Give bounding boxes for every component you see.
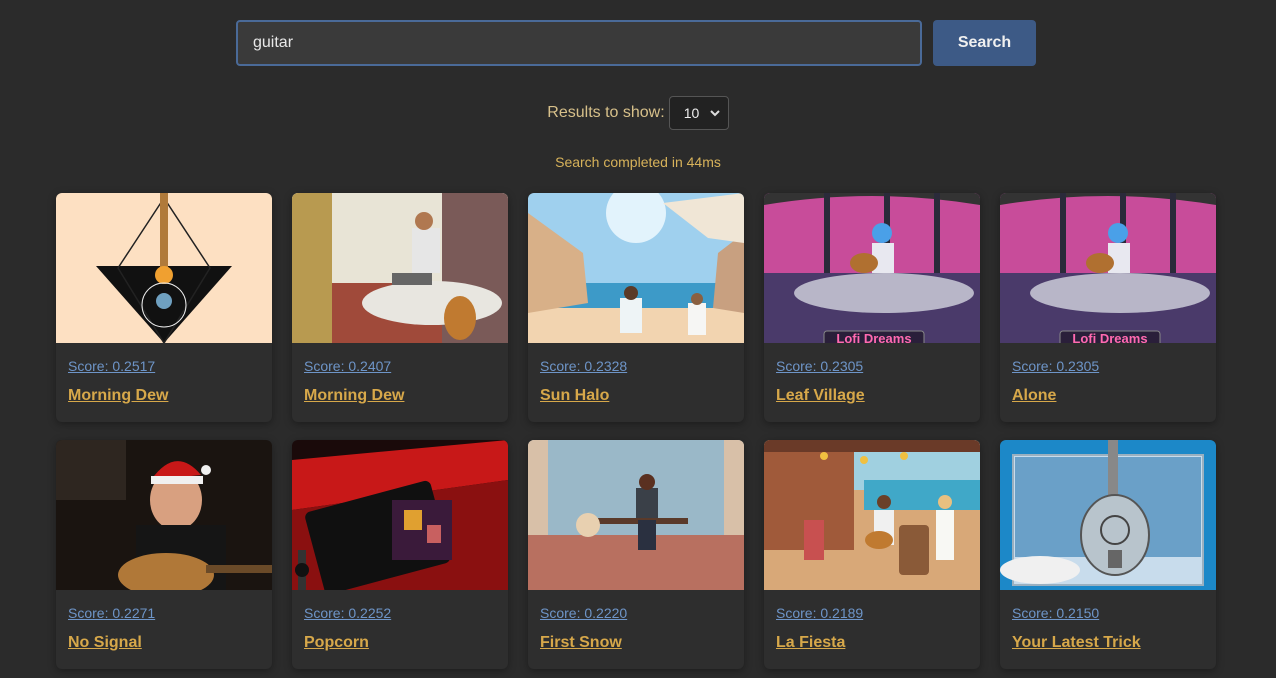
result-card: Score: 0.2150 Your Latest Trick xyxy=(1000,440,1216,669)
chevron-down-icon xyxy=(709,110,720,117)
result-thumbnail[interactable] xyxy=(1000,440,1216,590)
result-score-link[interactable]: Score: 0.2252 xyxy=(304,605,496,621)
result-title-link[interactable]: Morning Dew xyxy=(304,387,496,405)
result-score-link[interactable]: Score: 0.2517 xyxy=(68,358,260,374)
result-thumbnail[interactable]: Lofi Dreams xyxy=(764,193,980,343)
result-card: Lofi Dreams Score: 0.2305 Alone xyxy=(1000,193,1216,422)
result-card: Score: 0.2252 Popcorn xyxy=(292,440,508,669)
results-grid: Score: 0.2517 Morning Dew Score: 0.2407 … xyxy=(56,193,1216,669)
result-thumbnail[interactable] xyxy=(56,440,272,590)
result-score-link[interactable]: Score: 0.2150 xyxy=(1012,605,1204,621)
result-thumbnail[interactable]: Lofi Dreams xyxy=(1000,193,1216,343)
result-thumbnail[interactable] xyxy=(528,193,744,343)
result-card: Score: 0.2220 First Snow xyxy=(528,440,744,669)
result-thumbnail[interactable] xyxy=(528,440,744,590)
result-title-link[interactable]: Popcorn xyxy=(304,634,496,652)
result-thumbnail[interactable] xyxy=(764,440,980,590)
result-card: Lofi Dreams Score: 0.2305 Leaf Village xyxy=(764,193,980,422)
result-thumbnail[interactable] xyxy=(56,193,272,343)
results-count-value: 10 xyxy=(683,105,700,121)
search-input[interactable] xyxy=(236,20,922,66)
result-score-link[interactable]: Score: 0.2189 xyxy=(776,605,968,621)
result-score-link[interactable]: Score: 0.2271 xyxy=(68,605,260,621)
result-title-link[interactable]: Your Latest Trick xyxy=(1012,634,1204,652)
result-card: Score: 0.2407 Morning Dew xyxy=(292,193,508,422)
result-card: Score: 0.2189 La Fiesta xyxy=(764,440,980,669)
results-count-control: Results to show: 10 xyxy=(0,96,1276,130)
svg-text:Lofi Dreams: Lofi Dreams xyxy=(1072,331,1147,343)
result-card: Score: 0.2517 Morning Dew xyxy=(56,193,272,422)
result-thumbnail[interactable] xyxy=(292,193,508,343)
results-count-label: Results to show: xyxy=(547,104,665,121)
result-card: Score: 0.2271 No Signal xyxy=(56,440,272,669)
result-score-link[interactable]: Score: 0.2407 xyxy=(304,358,496,374)
result-title-link[interactable]: No Signal xyxy=(68,634,260,652)
result-title-link[interactable]: Sun Halo xyxy=(540,387,732,405)
results-count-select[interactable]: 10 xyxy=(668,96,729,130)
search-button[interactable]: Search xyxy=(933,20,1036,66)
search-status: Search completed in 44ms xyxy=(555,154,721,170)
result-score-link[interactable]: Score: 0.2305 xyxy=(1012,358,1204,374)
search-bar: Search xyxy=(236,20,1036,66)
result-score-link[interactable]: Score: 0.2328 xyxy=(540,358,732,374)
result-title-link[interactable]: Alone xyxy=(1012,387,1204,405)
svg-text:Lofi Dreams: Lofi Dreams xyxy=(836,331,911,343)
result-score-link[interactable]: Score: 0.2305 xyxy=(776,358,968,374)
result-title-link[interactable]: Morning Dew xyxy=(68,387,260,405)
result-card: Score: 0.2328 Sun Halo xyxy=(528,193,744,422)
result-title-link[interactable]: La Fiesta xyxy=(776,634,968,652)
result-score-link[interactable]: Score: 0.2220 xyxy=(540,605,732,621)
result-title-link[interactable]: First Snow xyxy=(540,634,732,652)
result-thumbnail[interactable] xyxy=(292,440,508,590)
result-title-link[interactable]: Leaf Village xyxy=(776,387,968,405)
